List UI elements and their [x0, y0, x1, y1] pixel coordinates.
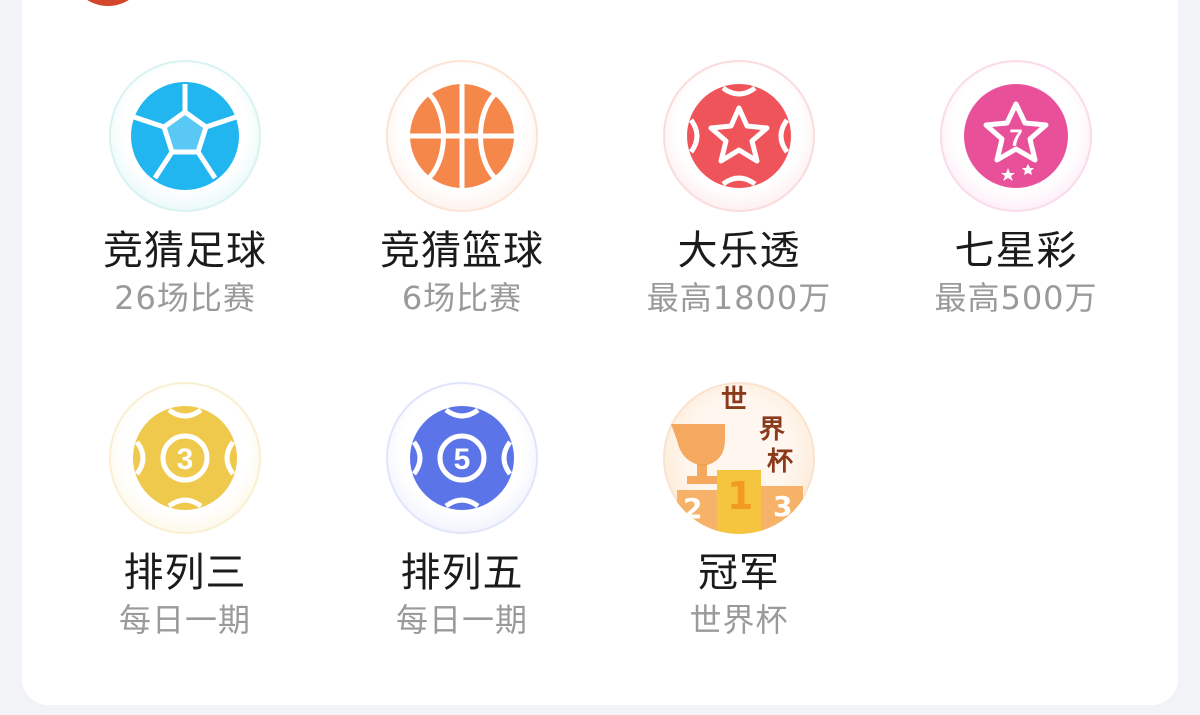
tile-champion[interactable]: 世 界 杯 2 1 3 冠军 世界杯 — [639, 382, 839, 640]
champion-badge-text-2: 界 — [759, 415, 786, 445]
tile-pailiesan[interactable]: 3 排列三 每日一期 — [85, 382, 285, 640]
tile-subtitle: 6场比赛 — [401, 279, 523, 317]
tile-label: 排列三 — [123, 550, 247, 596]
podium-number-2: 2 — [683, 492, 703, 525]
soccer-ball-icon — [109, 60, 261, 212]
basketball-icon — [386, 60, 538, 212]
tile-football[interactable]: 竞猜足球 26场比赛 — [85, 60, 285, 318]
tile-basketball[interactable]: 竞猜篮球 6场比赛 — [362, 60, 562, 318]
tile-subtitle: 世界杯 — [689, 601, 789, 639]
tile-daletou[interactable]: 大乐透 最高1800万 — [639, 60, 839, 318]
tile-label: 竞猜足球 — [103, 228, 267, 274]
tile-label: 冠军 — [698, 550, 780, 596]
tile-subtitle: 26场比赛 — [114, 279, 256, 317]
seven-star-icon: 7 — [940, 60, 1092, 212]
podium-number-1: 1 — [727, 474, 754, 518]
tile-subtitle: 最高500万 — [934, 279, 1098, 317]
tile-subtitle: 每日一期 — [118, 601, 251, 639]
svg-text:7: 7 — [1009, 125, 1022, 152]
tile-label: 七星彩 — [954, 228, 1078, 274]
svg-text:3: 3 — [177, 443, 194, 476]
trophy-podium-icon: 世 界 杯 2 1 3 — [663, 382, 815, 534]
tile-qixingcai[interactable]: 7 七星彩 最高500万 — [916, 60, 1116, 318]
tile-label: 大乐透 — [677, 228, 801, 274]
champion-badge-text-3: 杯 — [767, 447, 794, 477]
tile-label: 竞猜篮球 — [380, 228, 544, 274]
svg-text:5: 5 — [454, 443, 471, 476]
tile-pailiewu[interactable]: 5 排列五 每日一期 — [362, 382, 562, 640]
champion-badge-text-1: 世 — [721, 385, 748, 415]
podium-number-3: 3 — [773, 490, 793, 523]
tile-subtitle: 每日一期 — [395, 601, 528, 639]
number-5-ball-icon: 5 — [386, 382, 538, 534]
number-3-ball-icon: 3 — [109, 382, 261, 534]
tile-label: 排列五 — [400, 550, 524, 596]
star-ball-icon — [663, 60, 815, 212]
tile-subtitle: 最高1800万 — [646, 279, 832, 317]
